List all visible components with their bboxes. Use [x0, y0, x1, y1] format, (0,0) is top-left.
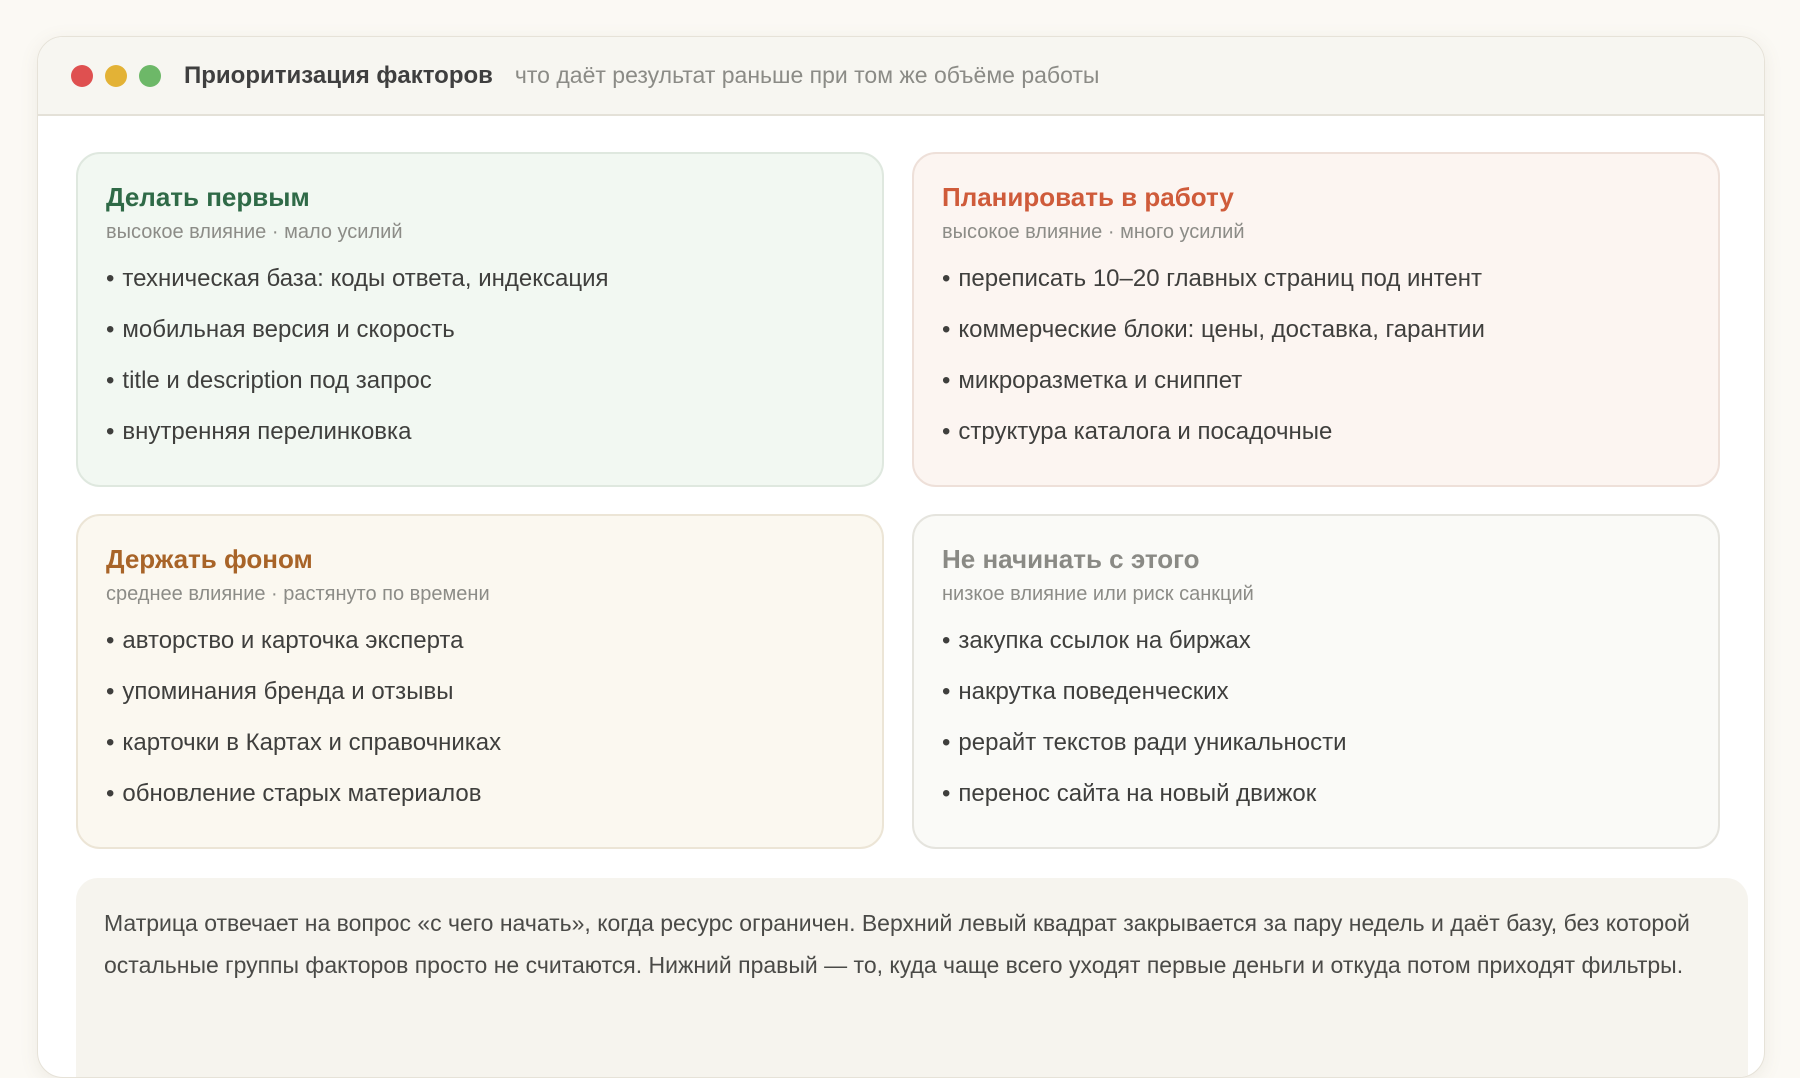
list-item: • авторство и карточка эксперта	[106, 625, 854, 657]
list-item-text: микроразметка и сниппет	[958, 367, 1243, 394]
bullet-icon: •	[942, 418, 951, 445]
bullet-icon: •	[106, 627, 115, 654]
list-item: • title и description под запрос	[106, 365, 854, 397]
quadrant-avoid: Не начинать с этого низкое влияние или р…	[912, 514, 1720, 849]
list-item-text: перенос сайта на новый движок	[958, 780, 1317, 807]
quadrant-list: • закупка ссылок на биржах • накрутка пове…	[942, 625, 1690, 810]
quadrant-do-first: Делать первым высокое влияние · мало уси…	[76, 152, 884, 487]
bullet-icon: •	[106, 316, 115, 343]
list-item: • накрутка поведенческих	[942, 676, 1690, 708]
quadrant-list: • авторство и карточка эксперта • упоминан…	[106, 625, 854, 810]
bullet-icon: •	[106, 678, 115, 705]
list-item: • перенос сайта на новый движок	[942, 778, 1690, 810]
close-window-icon[interactable]	[71, 64, 93, 87]
bullet-icon: •	[106, 265, 115, 292]
quadrant-list: • переписать 10–20 главных страниц под ин…	[942, 263, 1690, 448]
window-title: Приоритизация факторов	[184, 61, 493, 89]
quadrant-list: • техническая база: коды ответа, индексац…	[106, 263, 854, 448]
bullet-icon: •	[106, 418, 115, 445]
list-item-text: переписать 10–20 главных страниц под инт…	[958, 265, 1482, 292]
list-item-text: рерайт текстов ради уникальности	[958, 729, 1347, 756]
window-subtitle: что даёт результат раньше при том же объ…	[514, 62, 1100, 88]
list-item: • закупка ссылок на биржах	[942, 625, 1690, 657]
list-item-text: обновление старых материалов	[122, 780, 482, 807]
list-item: • рерайт текстов ради уникальности	[942, 727, 1690, 759]
list-item: • упоминания бренда и отзывы	[106, 676, 854, 708]
bullet-icon: •	[106, 367, 115, 394]
bullet-icon: •	[942, 627, 951, 654]
explanation-note: Матрица отвечает на вопрос «с чего начат…	[76, 878, 1748, 1077]
bullet-icon: •	[106, 780, 115, 807]
title-bar: Приоритизация факторов что даёт результа…	[38, 37, 1764, 116]
quadrant-title: Делать первым	[106, 182, 310, 212]
quadrant-subtitle: низкое влияние или риск санкций	[942, 583, 1254, 605]
quadrant-title: Планировать в работу	[942, 182, 1234, 212]
minimize-window-icon[interactable]	[105, 64, 127, 87]
bullet-icon: •	[106, 729, 115, 756]
list-item-text: внутренняя перелинковка	[122, 418, 412, 445]
list-item-text: упоминания бренда и отзывы	[122, 678, 454, 705]
list-item-text: title и description под запрос	[122, 367, 432, 394]
bullet-icon: •	[942, 265, 951, 292]
list-item: • структура каталога и посадочные	[942, 416, 1690, 448]
list-item: • коммерческие блоки: цены, доставка, гар…	[942, 314, 1690, 346]
list-item-text: структура каталога и посадочные	[958, 418, 1333, 445]
quadrant-plan: Планировать в работу высокое влияние · м…	[912, 152, 1720, 487]
quadrant-background: Держать фоном среднее влияние · растянут…	[76, 514, 884, 849]
maximize-window-icon[interactable]	[139, 64, 161, 87]
list-item-text: карточки в Картах и справочниках	[122, 729, 502, 756]
list-item: • мобильная версия и скорость	[106, 314, 854, 346]
bullet-icon: •	[942, 678, 951, 705]
list-item-text: закупка ссылок на биржах	[958, 627, 1251, 654]
list-item: • микроразметка и сниппет	[942, 365, 1690, 397]
bullet-icon: •	[942, 367, 951, 394]
quadrant-title: Не начинать с этого	[942, 544, 1200, 574]
quadrant-subtitle: высокое влияние · мало усилий	[106, 221, 403, 243]
quadrant-title: Держать фоном	[106, 544, 313, 574]
list-item: • карточки в Картах и справочниках	[106, 727, 854, 759]
list-item-text: коммерческие блоки: цены, доставка, гара…	[958, 316, 1485, 343]
quadrant-subtitle: среднее влияние · растянуто по времени	[106, 583, 490, 605]
list-item: • обновление старых материалов	[106, 778, 854, 810]
list-item-text: мобильная версия и скорость	[122, 316, 455, 343]
app-window: Приоритизация факторов что даёт результа…	[37, 36, 1765, 1078]
list-item-text: накрутка поведенческих	[958, 678, 1229, 705]
bullet-icon: •	[942, 316, 951, 343]
quadrant-subtitle: высокое влияние · много усилий	[942, 221, 1245, 243]
list-item-text: авторство и карточка эксперта	[122, 627, 464, 654]
list-item-text: техническая база: коды ответа, индексаци…	[122, 265, 609, 292]
list-item: • техническая база: коды ответа, индексац…	[106, 263, 854, 295]
list-item: • внутренняя перелинковка	[106, 416, 854, 448]
bullet-icon: •	[942, 729, 951, 756]
bullet-icon: •	[942, 780, 951, 807]
list-item: • переписать 10–20 главных страниц под ин…	[942, 263, 1690, 295]
